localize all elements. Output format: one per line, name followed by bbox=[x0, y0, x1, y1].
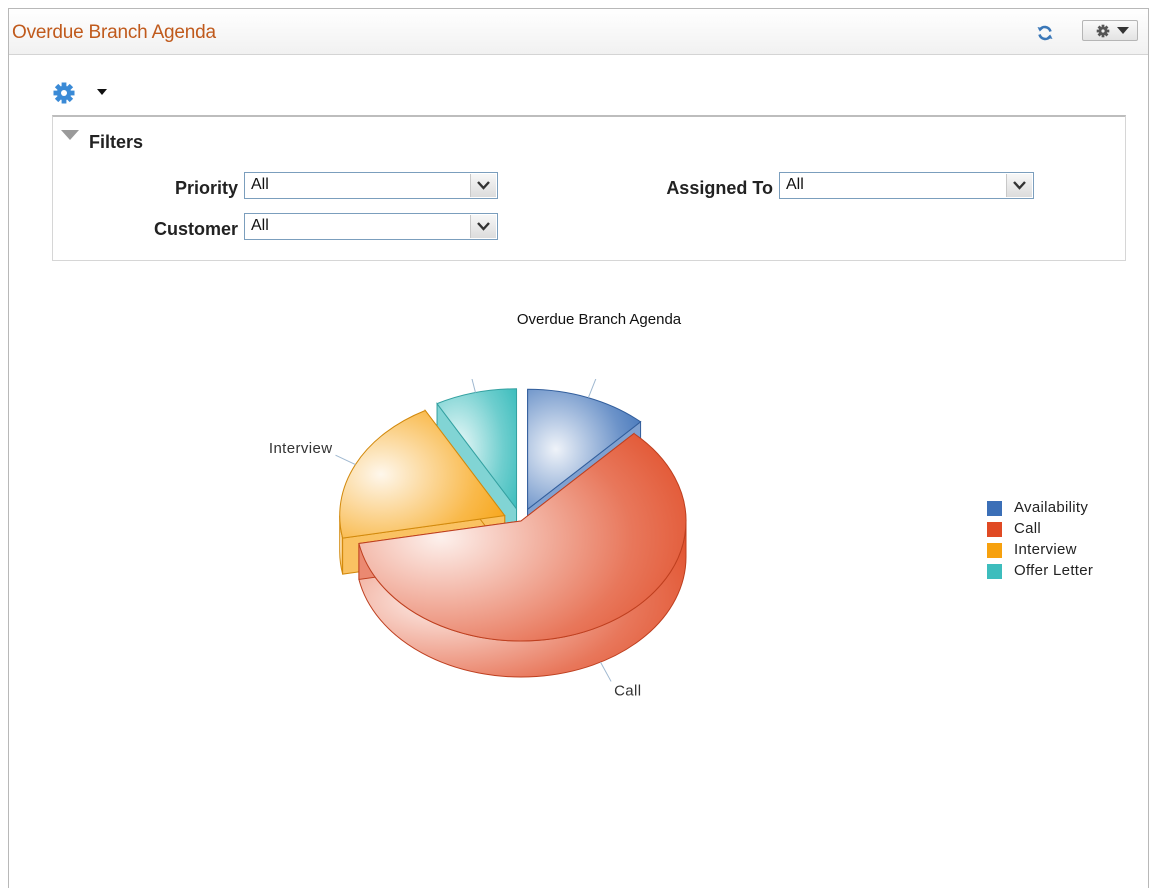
customer-select-value: All bbox=[251, 217, 269, 235]
assigned-to-select-value: All bbox=[786, 176, 804, 194]
leader-line bbox=[470, 379, 475, 393]
leader-line bbox=[588, 379, 596, 398]
priority-select-value: All bbox=[251, 176, 269, 194]
pagelet: Overdue Branch Agenda bbox=[8, 8, 1149, 888]
pagelet-options-button[interactable] bbox=[1082, 20, 1138, 41]
leader-line bbox=[600, 662, 611, 681]
pagelet-title: Overdue Branch Agenda bbox=[12, 22, 216, 44]
refresh-icon[interactable] bbox=[1036, 24, 1054, 42]
legend-swatch bbox=[987, 543, 1002, 558]
pie-chart: AvailabilityCallInterviewOffer Letter bbox=[249, 379, 809, 699]
filters-title: Filters bbox=[89, 132, 143, 153]
pie-label-call: Call bbox=[614, 682, 641, 699]
legend-swatch bbox=[987, 501, 1002, 516]
caret-down-icon bbox=[1117, 27, 1129, 35]
filters-panel: Filters Priority All Customer All Assign… bbox=[52, 115, 1126, 261]
pagelet-header: Overdue Branch Agenda bbox=[9, 9, 1148, 55]
chart-title: Overdue Branch Agenda bbox=[464, 311, 734, 328]
caret-down-icon bbox=[96, 88, 108, 96]
gear-icon bbox=[52, 81, 78, 105]
legend-label: Call bbox=[1014, 520, 1041, 537]
gear-icon bbox=[1093, 22, 1113, 40]
priority-label: Priority bbox=[123, 178, 238, 199]
customer-select[interactable]: All bbox=[244, 213, 498, 240]
chevron-down-icon bbox=[1006, 174, 1032, 197]
legend-label: Interview bbox=[1014, 541, 1077, 558]
customer-label: Customer bbox=[113, 219, 238, 240]
priority-select[interactable]: All bbox=[244, 172, 498, 199]
assigned-to-select[interactable]: All bbox=[779, 172, 1034, 199]
legend-swatch bbox=[987, 564, 1002, 579]
legend-swatch bbox=[987, 522, 1002, 537]
collapse-triangle-icon[interactable] bbox=[60, 129, 80, 141]
pie-label-interview: Interview bbox=[269, 440, 333, 457]
legend-label: Offer Letter bbox=[1014, 562, 1093, 579]
leader-line bbox=[336, 455, 356, 464]
assigned-to-label: Assigned To bbox=[613, 178, 773, 199]
chevron-down-icon bbox=[470, 174, 496, 197]
chevron-down-icon bbox=[470, 215, 496, 238]
legend-label: Availability bbox=[1014, 499, 1088, 516]
